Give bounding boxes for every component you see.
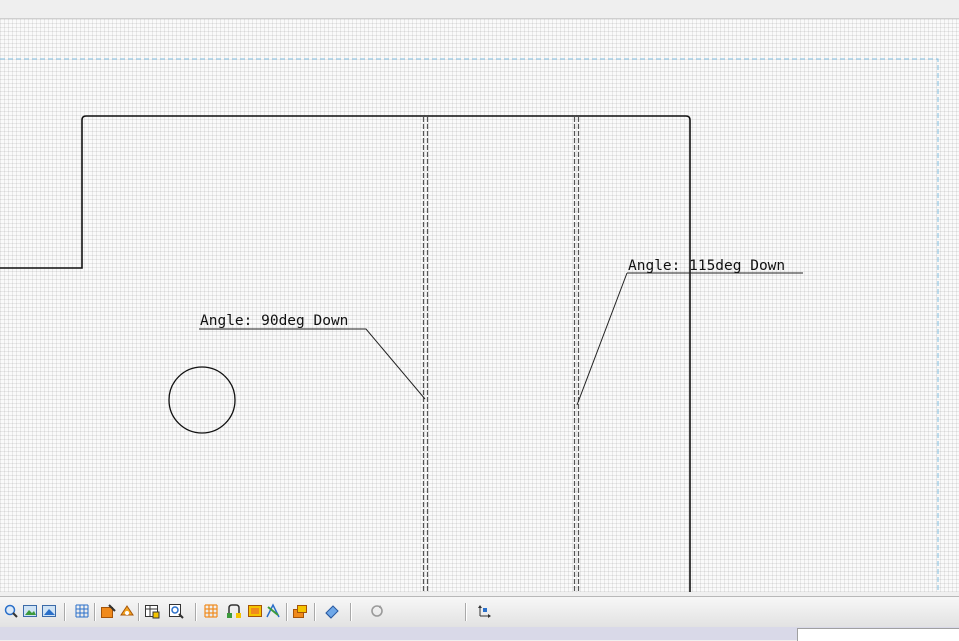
annotation-label-2[interactable]: Angle: 115deg Down: [628, 258, 785, 274]
constraint-icon[interactable]: [226, 603, 242, 619]
part-outline[interactable]: [0, 115, 691, 592]
snap-icon[interactable]: [119, 603, 135, 619]
status-input-box[interactable]: [797, 628, 959, 641]
grid-orange-icon[interactable]: [203, 603, 219, 619]
annotation-label-1[interactable]: Angle: 90deg Down: [200, 313, 348, 329]
sheet-border: [0, 58, 939, 592]
eraser-icon[interactable]: [324, 603, 340, 619]
image-frame-icon[interactable]: [247, 603, 263, 619]
view-image-2-icon[interactable]: [41, 603, 57, 619]
axis-icon[interactable]: [477, 603, 493, 619]
layers-icon[interactable]: [292, 603, 308, 619]
drawing-svg: Angle: 90deg Down Angle: 115deg Down: [0, 58, 939, 592]
zoom-window-icon[interactable]: [168, 603, 184, 619]
view-image-icon[interactable]: [22, 603, 38, 619]
window-top-bar: [0, 0, 959, 19]
analysis-icon[interactable]: [265, 603, 281, 619]
drawing-canvas[interactable]: Angle: 90deg Down Angle: 115deg Down: [0, 19, 959, 592]
sketch-icon[interactable]: [100, 603, 116, 619]
table-icon[interactable]: [144, 603, 160, 619]
refresh-icon[interactable]: [369, 603, 385, 619]
hole-circle[interactable]: [168, 366, 236, 434]
grid-icon[interactable]: [74, 603, 90, 619]
bottom-toolbar: [0, 596, 959, 628]
zoom-icon[interactable]: [3, 603, 19, 619]
